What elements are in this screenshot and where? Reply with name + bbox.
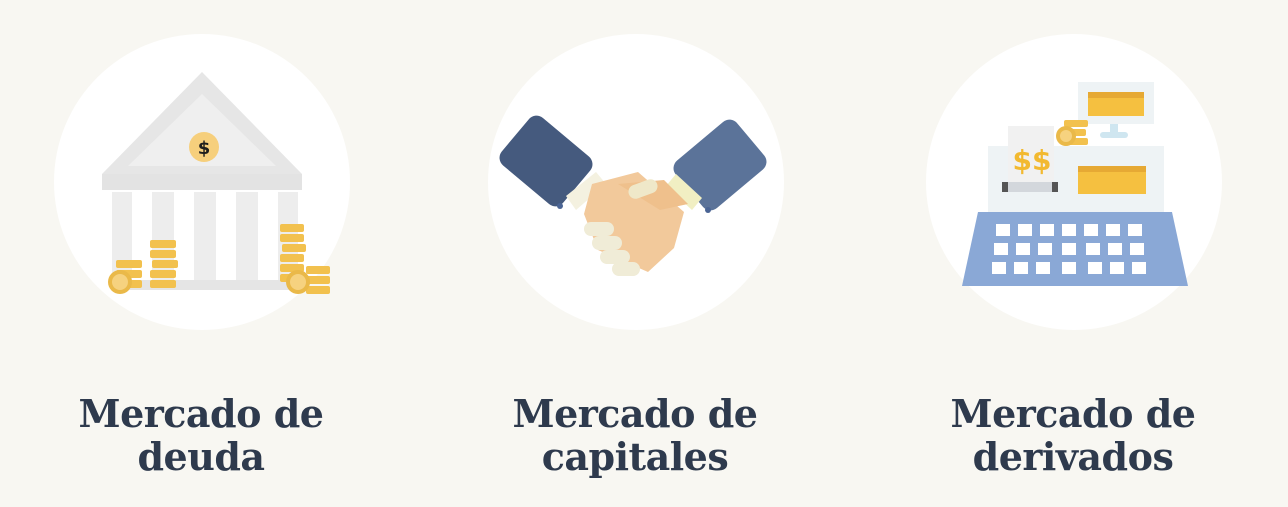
market-card-capitales[interactable]: Mercado de capitales bbox=[470, 0, 800, 507]
handshake-icon bbox=[499, 115, 767, 276]
market-title-line-1: Mercado de bbox=[78, 391, 324, 436]
market-title-line-2: capitales bbox=[541, 434, 729, 479]
market-title-capitales: Mercado de capitales bbox=[470, 392, 800, 478]
bank-building-icon: $ bbox=[102, 72, 330, 294]
dollar-signs: $$ bbox=[1013, 144, 1052, 177]
market-card-derivados[interactable]: $$ Mercado de derivados bbox=[908, 0, 1238, 507]
market-types-page: { "markets": [ { "id": "deuda", "icon": … bbox=[0, 0, 1288, 507]
market-title-line-1: Mercado de bbox=[512, 391, 758, 436]
market-title-line-1: Mercado de bbox=[950, 391, 1196, 436]
dollar-sign: $ bbox=[198, 138, 211, 159]
market-card-deuda[interactable]: $ Mercado de deuda bbox=[36, 0, 366, 507]
market-title-deuda: Mercado de deuda bbox=[36, 392, 366, 478]
cash-register-icon: $$ bbox=[962, 82, 1188, 286]
market-title-line-2: derivados bbox=[972, 434, 1174, 479]
market-title-derivados: Mercado de derivados bbox=[908, 392, 1238, 478]
market-title-line-2: deuda bbox=[137, 434, 265, 479]
